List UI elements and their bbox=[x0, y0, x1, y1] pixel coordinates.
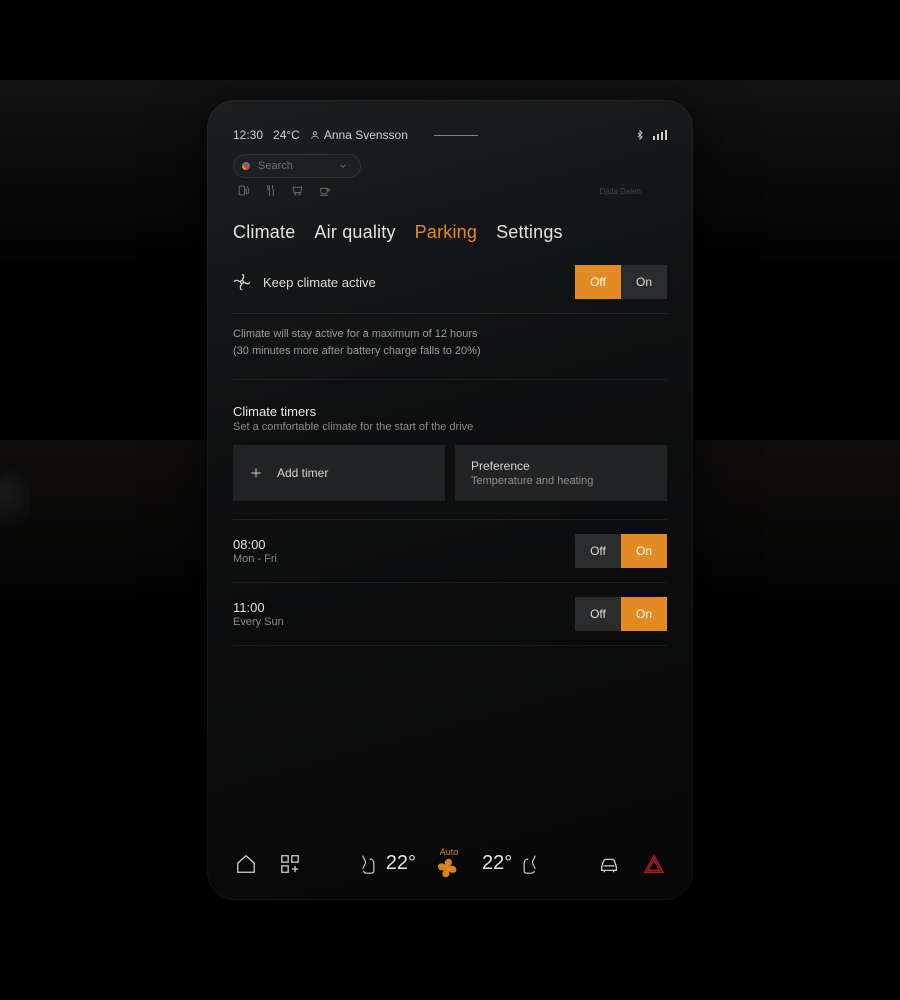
timer-list: 08:00 Mon - Fri Off On 11:00 Every Sun O… bbox=[233, 519, 667, 646]
auto-label: Auto bbox=[440, 847, 459, 857]
timer-toggle[interactable]: Off On bbox=[575, 534, 667, 568]
divider-line bbox=[434, 135, 478, 136]
timer-time: 11:00 bbox=[233, 600, 575, 615]
timer-toggle[interactable]: Off On bbox=[575, 597, 667, 631]
search-input[interactable]: Search bbox=[233, 154, 361, 178]
car-icon[interactable] bbox=[597, 853, 621, 875]
user-name: Anna Svensson bbox=[324, 128, 408, 142]
temp-right[interactable]: 22° bbox=[482, 852, 512, 875]
home-icon[interactable] bbox=[235, 853, 257, 875]
timer-time: 08:00 bbox=[233, 537, 575, 552]
timer-off[interactable]: Off bbox=[575, 597, 621, 631]
seat-heat-right-icon[interactable] bbox=[520, 852, 540, 876]
timer-row[interactable]: 11:00 Every Sun Off On bbox=[233, 583, 667, 646]
timer-days: Every Sun bbox=[233, 616, 575, 628]
category-icons[interactable] bbox=[237, 184, 331, 197]
user-icon bbox=[310, 130, 320, 140]
desc-line1: Climate will stay active for a maximum o… bbox=[233, 326, 667, 343]
keep-climate-row: Keep climate active Off On bbox=[233, 265, 667, 314]
apps-icon[interactable] bbox=[279, 853, 301, 875]
signal-icon bbox=[653, 130, 668, 140]
keep-climate-toggle[interactable]: Off On bbox=[575, 265, 667, 299]
climate-timers-subtitle: Set a comfortable climate for the start … bbox=[233, 421, 667, 433]
keep-climate-off[interactable]: Off bbox=[575, 265, 621, 299]
tab-air-quality[interactable]: Air quality bbox=[314, 222, 395, 243]
cart-icon[interactable] bbox=[291, 184, 304, 197]
bluetooth-icon bbox=[635, 128, 645, 142]
timer-on[interactable]: On bbox=[621, 534, 667, 568]
preference-subtitle: Temperature and heating bbox=[471, 475, 651, 487]
chevron-down-icon bbox=[338, 161, 348, 171]
outside-temp: 24°C bbox=[273, 128, 300, 142]
fan-icon bbox=[233, 273, 251, 291]
add-timer-button[interactable]: Add timer bbox=[233, 445, 445, 501]
plus-icon bbox=[249, 466, 263, 480]
tab-bar: Climate Air quality Parking Settings bbox=[233, 222, 667, 243]
desc-line2: (30 minutes more after battery charge fa… bbox=[233, 343, 667, 360]
preference-title: Preference bbox=[471, 459, 651, 473]
climate-timers-title: Climate timers bbox=[233, 404, 667, 419]
clock: 12:30 bbox=[233, 128, 263, 142]
user-profile[interactable]: Anna Svensson bbox=[310, 128, 408, 142]
status-bar: 12:30 24°C Anna Svensson bbox=[233, 128, 667, 142]
seat-heat-left-icon[interactable] bbox=[358, 852, 378, 876]
map-strip[interactable]: Search Djida Dalen bbox=[233, 154, 667, 202]
fan-auto-button[interactable]: Auto bbox=[438, 847, 460, 880]
fuel-icon[interactable] bbox=[237, 184, 250, 197]
tab-climate[interactable]: Climate bbox=[233, 222, 295, 243]
restaurant-icon[interactable] bbox=[264, 184, 277, 197]
keep-climate-on[interactable]: On bbox=[621, 265, 667, 299]
tab-settings[interactable]: Settings bbox=[496, 222, 563, 243]
map-location-label: Djida Dalen bbox=[600, 187, 641, 196]
infotainment-screen: 12:30 24°C Anna Svensson Search Djida Da… bbox=[207, 100, 693, 900]
fan-center-icon bbox=[438, 858, 460, 880]
hazard-icon[interactable] bbox=[643, 853, 665, 875]
timer-days: Mon - Fri bbox=[233, 553, 575, 565]
cafe-icon[interactable] bbox=[318, 184, 331, 197]
search-placeholder: Search bbox=[258, 160, 330, 172]
keep-climate-description: Climate will stay active for a maximum o… bbox=[233, 326, 667, 380]
timer-row[interactable]: 08:00 Mon - Fri Off On bbox=[233, 520, 667, 583]
timer-off[interactable]: Off bbox=[575, 534, 621, 568]
keep-climate-label: Keep climate active bbox=[263, 275, 376, 290]
timer-on[interactable]: On bbox=[621, 597, 667, 631]
tab-parking[interactable]: Parking bbox=[415, 222, 477, 243]
google-pin-icon bbox=[242, 162, 250, 170]
bottom-bar: 22° Auto 22° bbox=[233, 839, 667, 880]
preference-button[interactable]: Preference Temperature and heating bbox=[455, 445, 667, 501]
temp-left[interactable]: 22° bbox=[386, 852, 416, 875]
add-timer-label: Add timer bbox=[277, 466, 328, 480]
